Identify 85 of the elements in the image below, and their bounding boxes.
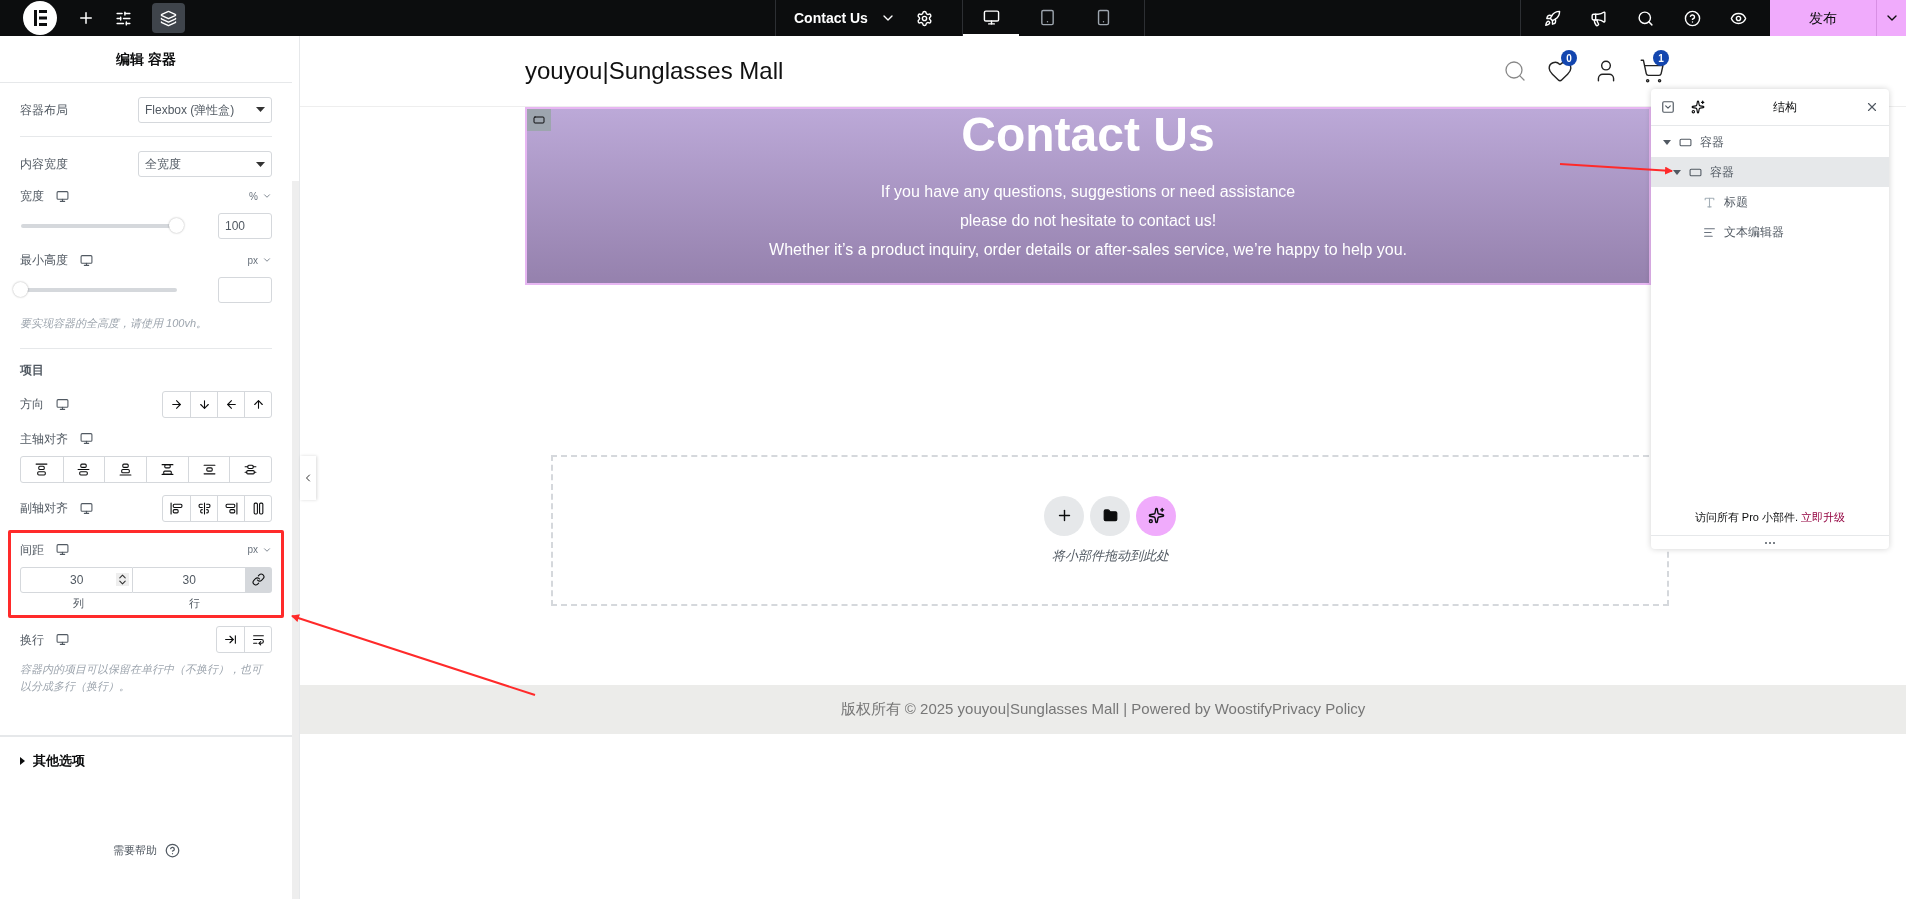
min-height-input[interactable] bbox=[218, 277, 272, 303]
control-label: 宽度 bbox=[20, 188, 44, 205]
page-title-dropdown[interactable]: Contact Us bbox=[794, 7, 896, 29]
control-label: 主轴对齐 bbox=[20, 430, 68, 448]
text-icon bbox=[1703, 195, 1716, 209]
control-label: 副轴对齐 bbox=[20, 500, 68, 517]
sparkle-icon bbox=[1147, 507, 1165, 525]
search-icon[interactable] bbox=[1637, 9, 1654, 27]
collapse-icon[interactable] bbox=[1661, 100, 1675, 114]
hero-text: If you have any questions, suggestions or need assistance bbox=[880, 182, 1296, 202]
paragraph-icon bbox=[1703, 225, 1716, 239]
device-icon bbox=[1038, 8, 1056, 26]
drop-hint: 将小部件拖动到此处 bbox=[1051, 546, 1169, 565]
tree-item[interactable]: 容器 bbox=[1651, 157, 1889, 187]
control-label: 最小高度 bbox=[20, 252, 68, 269]
layers-icon bbox=[160, 9, 177, 27]
template-button[interactable] bbox=[1090, 495, 1130, 536]
chevron-down-icon bbox=[262, 191, 272, 201]
chevron-down-icon bbox=[262, 255, 272, 265]
help-link[interactable]: 需要帮助 bbox=[112, 842, 157, 859]
add-icon[interactable] bbox=[77, 9, 95, 27]
row-gap-field[interactable]: 30 bbox=[133, 566, 245, 593]
column-gap-field[interactable]: 30 bbox=[20, 566, 134, 593]
unit-selector[interactable]: px bbox=[247, 542, 272, 557]
count-badge: 1 bbox=[1653, 50, 1669, 66]
hint-text: 要实现容器的全高度，请使用 100vh。 bbox=[20, 315, 272, 349]
sparkle-icon[interactable] bbox=[1691, 100, 1705, 114]
section-toggle[interactable]: 其他选项 bbox=[33, 751, 85, 771]
monitor-icon bbox=[56, 543, 69, 556]
caret-icon bbox=[256, 161, 265, 167]
unit-selector[interactable]: % bbox=[249, 188, 272, 204]
control-label: 间距 bbox=[20, 541, 44, 559]
control-label: 内容宽度 bbox=[20, 156, 68, 173]
caret-icon bbox=[256, 107, 265, 112]
logo-icon[interactable] bbox=[23, 1, 57, 35]
hero-text: Whether it’s a product inquiry, order details or after-sales service, we’re happy to help you. bbox=[769, 240, 1407, 260]
close-icon[interactable] bbox=[1865, 100, 1879, 114]
tree-item[interactable]: 文本编辑器 bbox=[1651, 217, 1889, 247]
publish-button[interactable]: 发布 bbox=[1770, 0, 1876, 36]
site-title[interactable]: youyou|Sunglasses Mall bbox=[525, 53, 784, 89]
monitor-icon bbox=[56, 633, 69, 646]
control-label: 容器布局 bbox=[20, 101, 68, 119]
monitor-icon bbox=[56, 397, 69, 411]
link-icon bbox=[251, 573, 265, 586]
hero-section[interactable] bbox=[525, 107, 1651, 285]
ai-button[interactable] bbox=[1136, 495, 1176, 536]
megaphone-icon[interactable] bbox=[1590, 9, 1608, 27]
column-label: 列 bbox=[72, 595, 85, 611]
monitor-icon bbox=[80, 501, 93, 515]
help-icon[interactable] bbox=[164, 842, 180, 858]
upgrade-link[interactable]: 立即升级 bbox=[1801, 510, 1846, 523]
stepper-icon[interactable] bbox=[116, 573, 130, 586]
monitor-icon bbox=[56, 189, 69, 203]
folder-icon bbox=[1102, 508, 1118, 524]
tree-item[interactable]: 标题 bbox=[1651, 187, 1889, 217]
count-badge: 0 bbox=[1561, 50, 1577, 66]
control-label: 方向 bbox=[20, 396, 44, 413]
device-icon bbox=[982, 8, 1000, 26]
link-values-button[interactable] bbox=[244, 566, 272, 593]
hero-text: please do not hesitate to contact us! bbox=[959, 211, 1217, 231]
select-field[interactable]: Flexbox (弹性盒) bbox=[138, 96, 272, 123]
row-label: 行 bbox=[188, 595, 201, 611]
rocket-icon[interactable] bbox=[1543, 9, 1561, 27]
monitor-icon bbox=[80, 253, 93, 267]
expand-caret-icon bbox=[20, 757, 25, 765]
settings-icon[interactable] bbox=[915, 9, 933, 27]
section-heading: 项目 bbox=[20, 361, 45, 379]
footer-text: 版权所有 © 2025 youyou|Sunglasses Mall | Powered by WoostifyPrivacy Policy bbox=[840, 699, 1366, 720]
publish-options-button[interactable] bbox=[1876, 0, 1906, 36]
resize-handle-icon[interactable] bbox=[1765, 541, 1775, 544]
tree-item[interactable]: 容器 bbox=[1651, 127, 1889, 157]
sliders-icon[interactable] bbox=[115, 9, 132, 27]
promo-text: 访问所有 Pro 小部件. 立即升级 bbox=[1693, 509, 1847, 525]
hint-text: 容器内的项目可以保留在单行中（不换行），也可以分成多行（换行）。 bbox=[20, 662, 264, 694]
scrollbar[interactable] bbox=[292, 181, 299, 899]
hero-heading: Contact Us bbox=[961, 109, 1215, 161]
unit-selector[interactable]: px bbox=[247, 252, 272, 268]
control-label: 换行 bbox=[20, 631, 44, 649]
layers-button[interactable] bbox=[152, 3, 185, 33]
panel-title: 结构 bbox=[1772, 99, 1798, 116]
width-input[interactable]: 100 bbox=[218, 213, 272, 239]
monitor-icon bbox=[80, 432, 93, 445]
select-field[interactable]: 全宽度 bbox=[138, 151, 272, 177]
panel-title: 编辑 容器 bbox=[0, 36, 292, 83]
container-handle-icon[interactable] bbox=[527, 109, 551, 131]
